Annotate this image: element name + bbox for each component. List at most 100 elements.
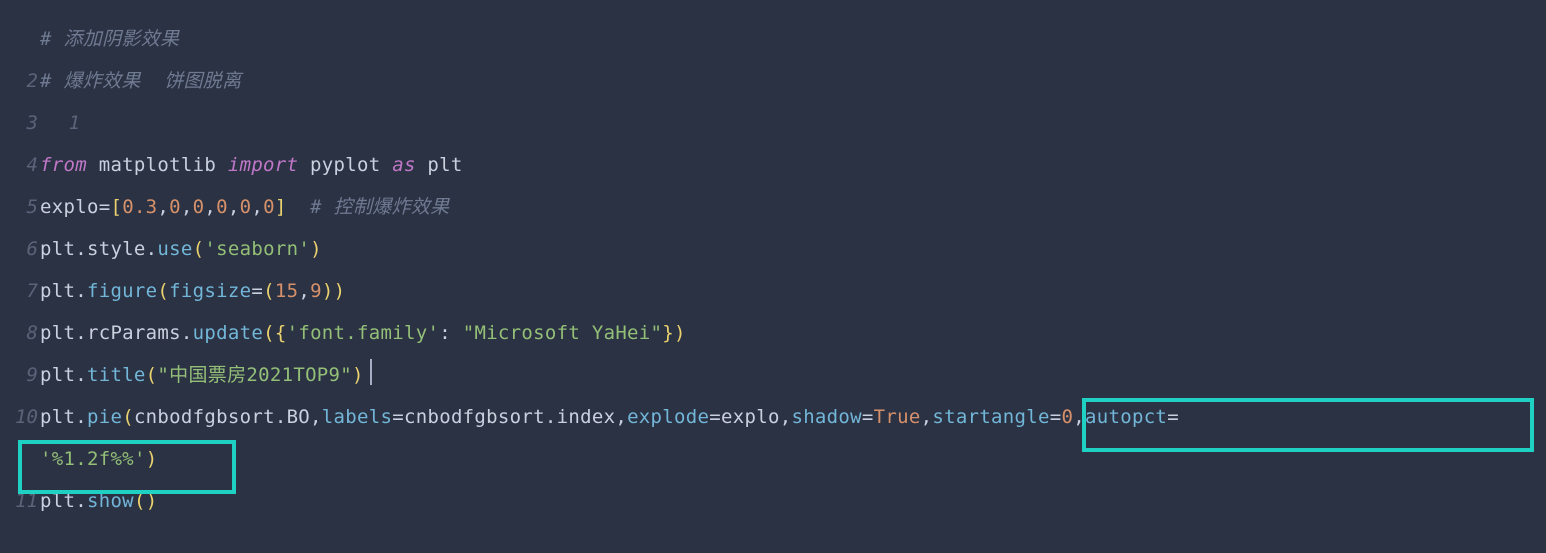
number: 0 xyxy=(263,196,275,218)
comma: , xyxy=(1073,406,1085,428)
code-line[interactable]: 8 plt.rcParams.update({'font.family': "M… xyxy=(0,312,1546,354)
line-number-text: 6 xyxy=(27,238,38,260)
paren: ( xyxy=(146,364,158,386)
code-line-wrap[interactable]: '%1.2f%%') xyxy=(0,438,1546,480)
paren: ( xyxy=(134,490,146,512)
code-editor[interactable]: ▼ 1 # 添加阴影效果 2 # 爆炸效果 饼图脱离 3 4 from matp… xyxy=(0,0,1546,553)
operator: = xyxy=(392,406,404,428)
number: 9 xyxy=(310,280,322,302)
code-content[interactable]: # 添加阴影效果 xyxy=(40,18,179,60)
comma: , xyxy=(921,406,933,428)
operator: = xyxy=(99,196,111,218)
string: %1.2f%% xyxy=(52,448,134,470)
code-line[interactable]: 4 from matplotlib import pyplot as plt xyxy=(0,144,1546,186)
line-number: 6 xyxy=(0,228,40,270)
line-number: 7 xyxy=(0,270,40,312)
code-line[interactable]: ▼ 1 # 添加阴影效果 xyxy=(0,18,1546,60)
number: 0 xyxy=(216,196,228,218)
object: plt xyxy=(40,322,75,344)
comment-text: 爆炸效果 饼图脱离 xyxy=(52,70,242,92)
code-content[interactable]: # 爆炸效果 饼图脱离 xyxy=(40,60,241,102)
dot: . xyxy=(75,280,87,302)
module-name: matplotlib xyxy=(87,154,228,176)
code-content[interactable]: plt.title("中国票房2021TOP9") xyxy=(40,354,372,396)
code-content[interactable]: plt.rcParams.update({'font.family': "Mic… xyxy=(40,312,686,354)
paren: ( xyxy=(263,322,275,344)
number: 0 xyxy=(193,196,205,218)
code-content[interactable]: plt.show() xyxy=(40,480,157,522)
boolean: True xyxy=(874,406,921,428)
comment-hash: # xyxy=(310,196,322,218)
kwarg: startangle xyxy=(932,406,1049,428)
attr: BO xyxy=(287,406,310,428)
function: show xyxy=(87,490,134,512)
code-line[interactable]: 5 explo=[0.3,0,0,0,0,0] # 控制爆炸效果 xyxy=(0,186,1546,228)
paren: ) xyxy=(352,364,364,386)
line-number: 10 xyxy=(0,396,40,438)
code-line[interactable]: 10 plt.pie(cnbodfgbsort.BO,labels=cnbodf… xyxy=(0,396,1546,438)
colon: : xyxy=(439,322,462,344)
code-line[interactable]: 2 # 爆炸效果 饼图脱离 xyxy=(0,60,1546,102)
attr: style xyxy=(87,238,146,260)
line-number-text: 3 xyxy=(27,112,38,134)
attr: index xyxy=(557,406,616,428)
line-number-text: 11 xyxy=(15,490,38,512)
keyword-from: from xyxy=(40,154,87,176)
bracket: ] xyxy=(275,196,287,218)
brace: } xyxy=(662,322,674,344)
comma: , xyxy=(228,196,240,218)
dot: . xyxy=(75,364,87,386)
number: 0 xyxy=(240,196,252,218)
line-number-text: 1 xyxy=(69,112,80,134)
kwarg: explode xyxy=(627,406,709,428)
line-number: 11 xyxy=(0,480,40,522)
kwarg: autopct xyxy=(1085,406,1167,428)
line-number-text: 7 xyxy=(27,280,38,302)
code-line[interactable]: 9 plt.title("中国票房2021TOP9") xyxy=(0,354,1546,396)
code-line[interactable]: 7 plt.figure(figsize=(15,9)) xyxy=(0,270,1546,312)
quote: " xyxy=(157,364,169,386)
paren: ) xyxy=(674,322,686,344)
code-content[interactable]: from matplotlib import pyplot as plt xyxy=(40,144,463,186)
quote: " xyxy=(340,364,352,386)
dot: . xyxy=(545,406,557,428)
dot: . xyxy=(75,238,87,260)
code-line[interactable]: 3 xyxy=(0,102,1546,144)
paren: ( xyxy=(263,280,275,302)
keyword-as: as xyxy=(392,154,415,176)
function: use xyxy=(157,238,192,260)
quote: " xyxy=(463,322,475,344)
number: 15 xyxy=(275,280,298,302)
code-content[interactable]: plt.figure(figsize=(15,9)) xyxy=(40,270,345,312)
operator: = xyxy=(1050,406,1062,428)
quote: ' xyxy=(427,322,439,344)
dot: . xyxy=(75,406,87,428)
alias-name: plt xyxy=(416,154,463,176)
line-number-text: 8 xyxy=(27,322,38,344)
kwarg: figsize xyxy=(169,280,251,302)
code-content[interactable]: explo=[0.3,0,0,0,0,0] # 控制爆炸效果 xyxy=(40,186,449,228)
keyword-import: import xyxy=(228,154,298,176)
function: title xyxy=(87,364,146,386)
object: plt xyxy=(40,238,75,260)
comment-hash: # xyxy=(40,28,52,50)
operator: = xyxy=(709,406,721,428)
code-content[interactable]: plt.pie(cnbodfgbsort.BO,labels=cnbodfgbs… xyxy=(40,396,1179,438)
object: plt xyxy=(40,364,75,386)
code-line[interactable]: 11 plt.show() xyxy=(0,480,1546,522)
function: figure xyxy=(87,280,157,302)
string: 中国票房2021TOP9 xyxy=(169,364,340,386)
line-number-text: 10 xyxy=(15,406,38,428)
line-number-text: 4 xyxy=(27,154,38,176)
operator: = xyxy=(1167,406,1179,428)
code-line[interactable]: 6 plt.style.use('seaborn') xyxy=(0,228,1546,270)
quote: ' xyxy=(40,448,52,470)
code-content[interactable]: plt.style.use('seaborn') xyxy=(40,228,322,270)
operator: = xyxy=(862,406,874,428)
object: plt xyxy=(40,406,75,428)
line-number: 8 xyxy=(0,312,40,354)
object: plt xyxy=(40,490,75,512)
paren: ( xyxy=(122,406,134,428)
kwarg: labels xyxy=(322,406,392,428)
code-content[interactable]: '%1.2f%%') xyxy=(40,438,157,480)
